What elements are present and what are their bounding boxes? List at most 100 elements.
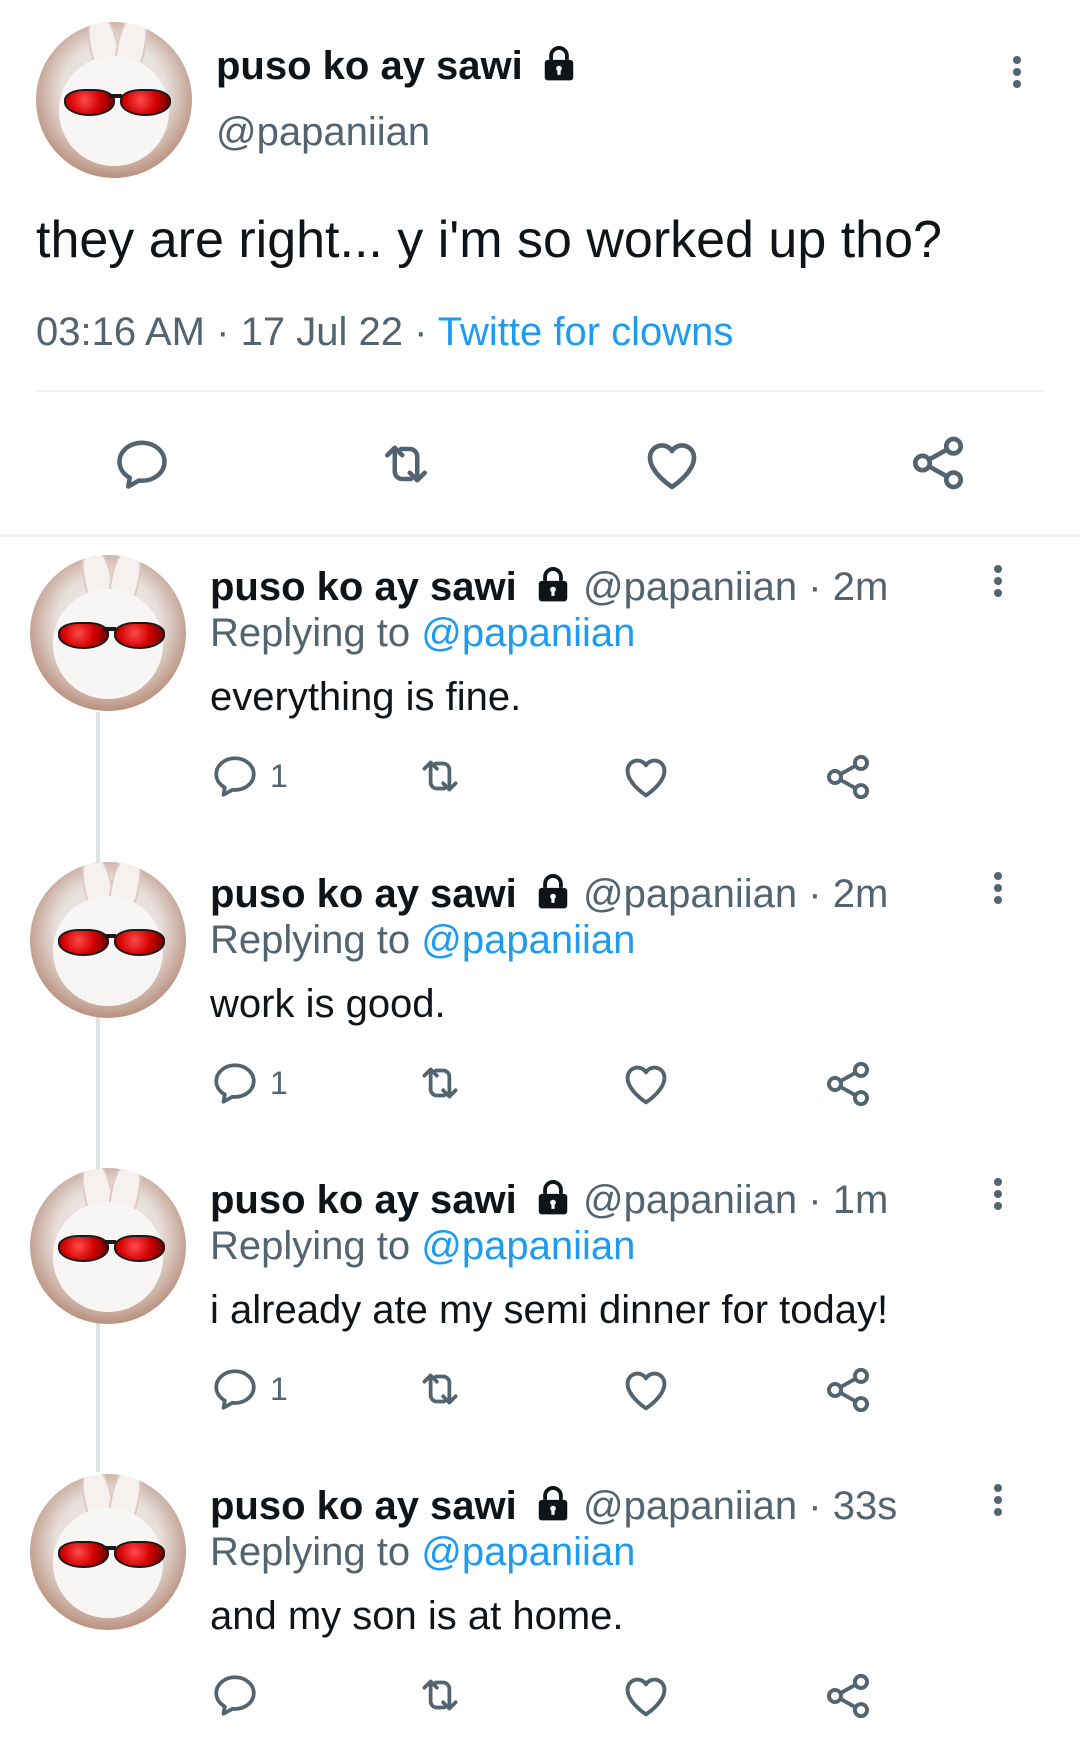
- reply-text: work is good.: [210, 982, 446, 1026]
- tweet-meta: 03:16 AM · 17 Jul 22 · Twitte for clowns: [36, 310, 733, 355]
- tweet-time: 03:16 AM: [36, 310, 206, 354]
- author-name-text: puso ko ay sawi: [210, 1178, 517, 1222]
- retweet-button[interactable]: [414, 1058, 466, 1108]
- like-button[interactable]: [620, 1670, 672, 1722]
- reply-button[interactable]: [210, 1670, 270, 1720]
- more-vertical-icon[interactable]: [992, 1484, 1004, 1520]
- reply-age: 33s: [832, 1484, 898, 1528]
- author-name[interactable]: puso ko ay sawi @papaniian · 1m: [210, 1178, 888, 1223]
- like-button[interactable]: [620, 1364, 672, 1416]
- lock-icon: [540, 44, 578, 82]
- avatar[interactable]: [30, 862, 186, 1018]
- like-button[interactable]: [641, 434, 703, 496]
- retweet-icon: [414, 751, 466, 801]
- replying-to: Replying to @papaniian: [210, 1530, 635, 1575]
- author-handle[interactable]: @papaniian: [583, 872, 797, 916]
- retweet-button[interactable]: [414, 751, 466, 801]
- reply-button[interactable]: 1: [210, 1364, 288, 1414]
- replying-to-label: Replying to: [210, 1224, 411, 1268]
- more-vertical-icon[interactable]: [1011, 56, 1023, 92]
- share-icon: [822, 1058, 874, 1110]
- meta-separator: ·: [808, 565, 822, 609]
- replying-to-handle[interactable]: @papaniian: [421, 1530, 635, 1574]
- replying-to: Replying to @papaniian: [210, 918, 635, 963]
- replying-to-label: Replying to: [210, 918, 411, 962]
- more-vertical-icon[interactable]: [992, 872, 1004, 908]
- more-vertical-icon[interactable]: [992, 565, 1004, 601]
- heart-icon: [620, 1364, 672, 1416]
- meta-separator: ·: [808, 872, 822, 916]
- replying-to-handle[interactable]: @papaniian: [421, 918, 635, 962]
- lock-icon: [534, 872, 572, 910]
- tweet-text: they are right... y i'm so worked up tho…: [36, 211, 942, 269]
- meta-separator: ·: [216, 310, 230, 354]
- reply-text: everything is fine.: [210, 675, 522, 719]
- share-icon: [822, 751, 874, 803]
- reply-text: and my son is at home.: [210, 1594, 624, 1638]
- replying-to-handle[interactable]: @papaniian: [421, 611, 635, 655]
- reply-age: 1m: [832, 1178, 889, 1222]
- thread-line: [96, 712, 100, 1472]
- meta-separator: ·: [414, 310, 428, 354]
- retweet-button[interactable]: [414, 1364, 466, 1414]
- reply-age: 2m: [832, 872, 889, 916]
- share-button[interactable]: [822, 1670, 874, 1722]
- tweet-date: 17 Jul 22: [240, 310, 403, 354]
- replying-to: Replying to @papaniian: [210, 611, 635, 656]
- replying-to: Replying to @papaniian: [210, 1224, 635, 1269]
- author-handle[interactable]: @papaniian: [583, 1484, 797, 1528]
- author-handle[interactable]: @papaniian: [583, 1178, 797, 1222]
- author-name-text: puso ko ay sawi: [216, 44, 523, 88]
- author-name[interactable]: puso ko ay sawi @papaniian · 2m: [210, 872, 888, 917]
- author-name[interactable]: puso ko ay sawi @papaniian · 2m: [210, 565, 888, 610]
- more-vertical-icon[interactable]: [992, 1178, 1004, 1214]
- heart-icon: [620, 751, 672, 803]
- reply-icon: [210, 751, 260, 801]
- heart-icon: [620, 1670, 672, 1722]
- share-icon: [907, 432, 969, 494]
- avatar[interactable]: [30, 1474, 186, 1630]
- share-button[interactable]: [822, 751, 874, 803]
- reply-icon: [210, 1670, 260, 1720]
- author-name[interactable]: puso ko ay sawi: [216, 44, 578, 89]
- reply-button[interactable]: 1: [210, 1058, 288, 1108]
- share-button[interactable]: [907, 432, 969, 494]
- avatar[interactable]: [36, 22, 192, 178]
- retweet-icon: [414, 1670, 466, 1720]
- lock-icon: [534, 1178, 572, 1216]
- replying-to-label: Replying to: [210, 1530, 411, 1574]
- share-button[interactable]: [822, 1058, 874, 1110]
- reply-icon: [112, 434, 172, 494]
- meta-separator: ·: [808, 1484, 822, 1528]
- author-handle[interactable]: @papaniian: [583, 565, 797, 609]
- tweet-client-link[interactable]: Twitte for clowns: [438, 310, 734, 354]
- retweet-button[interactable]: [374, 434, 438, 494]
- reply-count: 1: [270, 1064, 288, 1101]
- meta-separator: ·: [808, 1178, 822, 1222]
- like-button[interactable]: [620, 751, 672, 803]
- reply-button[interactable]: [112, 434, 172, 494]
- reply-age: 2m: [832, 565, 889, 609]
- reply-icon: [210, 1364, 260, 1414]
- reply-text: i already ate my semi dinner for today!: [210, 1288, 889, 1332]
- avatar[interactable]: [30, 555, 186, 711]
- retweet-button[interactable]: [414, 1670, 466, 1720]
- like-button[interactable]: [620, 1058, 672, 1110]
- author-name[interactable]: puso ko ay sawi @papaniian · 33s: [210, 1484, 897, 1529]
- retweet-icon: [374, 434, 438, 494]
- avatar[interactable]: [30, 1168, 186, 1324]
- reply-button[interactable]: 1: [210, 751, 288, 801]
- author-name-text: puso ko ay sawi: [210, 565, 517, 609]
- lock-icon: [534, 565, 572, 603]
- author-handle[interactable]: @papaniian: [216, 110, 430, 155]
- reply-icon: [210, 1058, 260, 1108]
- replying-to-handle[interactable]: @papaniian: [421, 1224, 635, 1268]
- retweet-icon: [414, 1058, 466, 1108]
- share-button[interactable]: [822, 1364, 874, 1416]
- heart-icon: [620, 1058, 672, 1110]
- divider: [0, 534, 1080, 537]
- lock-icon: [534, 1484, 572, 1522]
- author-name-text: puso ko ay sawi: [210, 872, 517, 916]
- share-icon: [822, 1364, 874, 1416]
- author-name-text: puso ko ay sawi: [210, 1484, 517, 1528]
